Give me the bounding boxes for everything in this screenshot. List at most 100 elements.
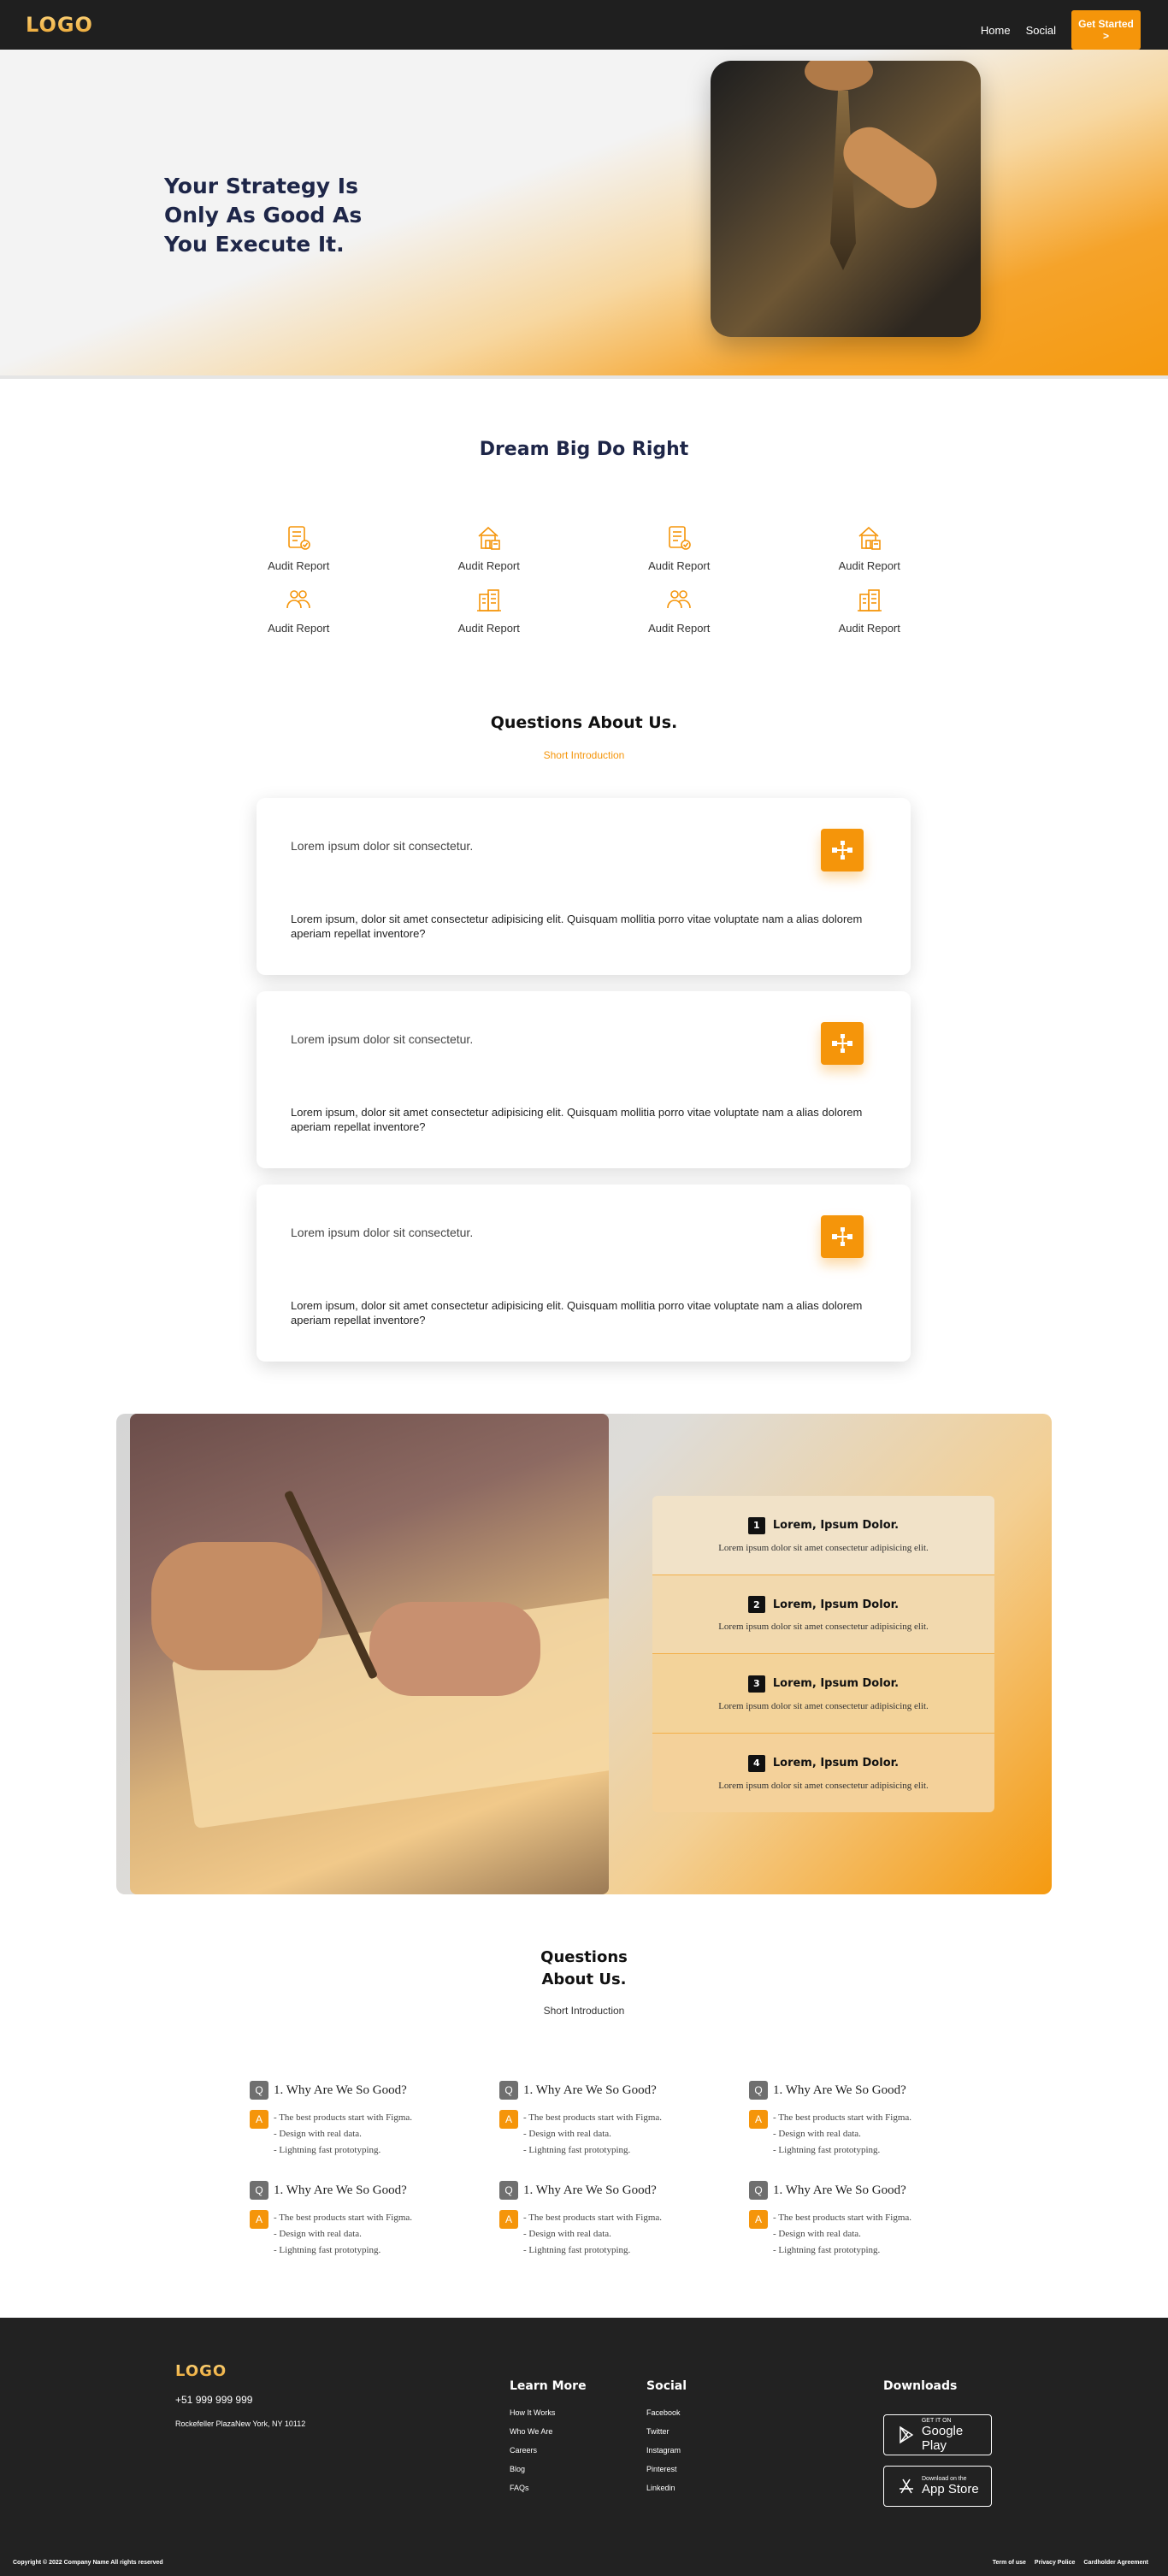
faq-item: Q 1. Why Are We So Good? A - The best pro…: [250, 2181, 499, 2259]
faq-item: Q 1. Why Are We So Good? A - The best pro…: [499, 2181, 749, 2259]
steps-section: 1 Lorem, Ipsum Dolor. Lorem ipsum dolor s…: [116, 1414, 1052, 1894]
google-play-button[interactable]: GET IT ON Google Play: [883, 2414, 992, 2455]
faq-question: 1. Why Are We So Good?: [773, 2183, 906, 2197]
footer-logo[interactable]: LOGO: [175, 2362, 227, 2380]
copyright: Copyright © 2022 Company Name All rights…: [13, 2560, 163, 2566]
footer-link-faqs[interactable]: FAQs: [510, 2484, 587, 2492]
step-number: 3: [747, 1675, 765, 1693]
report-icon: [669, 526, 692, 550]
features-title: Dream Big Do Right: [479, 439, 689, 460]
answer-badge: A: [749, 2110, 768, 2129]
feature-label: Audit Report: [457, 622, 520, 635]
house-icon: [858, 526, 881, 550]
card-answer: Lorem ipsum, dolor sit amet consectetur …: [291, 1106, 863, 1133]
faq-line: - The best products start with Figma.: [773, 2213, 912, 2223]
footer-link-blog[interactable]: Blog: [510, 2465, 587, 2473]
faq-item: Q 1. Why Are We So Good? A - The best pro…: [749, 2081, 999, 2159]
faq-line: - Lightning fast prototyping.: [773, 2245, 881, 2255]
faq-line: - Design with real data.: [523, 2129, 611, 2139]
feature-item: Audit Report: [394, 523, 585, 572]
step-number: 2: [747, 1596, 765, 1614]
answer-badge: A: [250, 2110, 268, 2129]
faq-title-line1: Questions: [540, 1948, 628, 1966]
nav-link-home[interactable]: Home: [981, 24, 1011, 37]
faq-line: - The best products start with Figma.: [523, 2112, 663, 2123]
hero-title: Your Strategy Is Only As Good As You Exe…: [164, 174, 363, 257]
questions-title: Questions About Us.: [490, 713, 678, 732]
question-card[interactable]: Lorem ipsum dolor sit consectetur. Lorem…: [257, 1185, 911, 1362]
legal-link-terms[interactable]: Term of use: [993, 2560, 1026, 2566]
legal-links: Term of use Privacy Police Cardholder Ag…: [984, 2560, 1148, 2566]
faq-question: 1. Why Are We So Good?: [773, 2083, 906, 2097]
card-answer: Lorem ipsum, dolor sit amet consectetur …: [291, 1299, 863, 1326]
question-card[interactable]: Lorem ipsum dolor sit consectetur. Lorem…: [257, 798, 911, 975]
feature-item: Audit Report: [204, 586, 394, 635]
feature-label: Audit Report: [268, 622, 330, 635]
social-title: Social: [646, 2379, 687, 2393]
faq-subtitle: Short Introduction: [543, 2005, 625, 2017]
house-icon: [478, 526, 500, 550]
hero-image: [711, 61, 981, 337]
step-title: Lorem, Ipsum Dolor.: [772, 1757, 900, 1770]
hero-section: Your Strategy Is Only As Good As You Exe…: [0, 50, 1168, 379]
faq-line: - Design with real data.: [274, 2229, 362, 2239]
faq-line: - Design with real data.: [523, 2229, 611, 2239]
signing-image: [130, 1414, 609, 1894]
answer-badge: A: [499, 2210, 518, 2229]
feature-item: Audit Report: [584, 586, 775, 635]
card-question: Lorem ipsum dolor sit consectetur.: [291, 1032, 474, 1046]
faq-line: - Lightning fast prototyping.: [523, 2245, 631, 2255]
building-icon: [857, 589, 882, 612]
footer-link-how-it-works[interactable]: How It Works: [510, 2408, 587, 2417]
flowchart-icon[interactable]: [821, 1215, 864, 1258]
question-badge: Q: [250, 2081, 268, 2100]
footer-link-twitter[interactable]: Twitter: [646, 2427, 687, 2436]
building-icon: [476, 589, 501, 612]
feature-label: Audit Report: [457, 559, 520, 572]
app-store-button[interactable]: Download on the App Store: [883, 2466, 992, 2507]
question-badge: Q: [749, 2181, 768, 2200]
footer-link-instagram[interactable]: Instagram: [646, 2446, 687, 2455]
faq-line: - Lightning fast prototyping.: [523, 2145, 631, 2155]
footer-link-facebook[interactable]: Facebook: [646, 2408, 687, 2417]
footer-social: Social Facebook Twitter Instagram Pinter…: [646, 2379, 687, 2492]
step-title: Lorem, Ipsum Dolor.: [772, 1677, 900, 1691]
faq-line: - Design with real data.: [773, 2229, 861, 2239]
footer-link-who-we-are[interactable]: Who We Are: [510, 2427, 587, 2436]
legal-link-privacy[interactable]: Privacy Police: [1035, 2560, 1075, 2566]
people-icon: [286, 590, 311, 609]
flowchart-icon[interactable]: [821, 829, 864, 871]
get-started-button[interactable]: Get Started >: [1071, 10, 1141, 50]
nav-link-social[interactable]: Social: [1026, 24, 1056, 37]
step-item: 3 Lorem, Ipsum Dolor. Lorem ipsum dolor s…: [652, 1654, 994, 1734]
faq-line: - The best products start with Figma.: [274, 2213, 413, 2223]
legal-link-cardholder[interactable]: Cardholder Agreement: [1083, 2560, 1148, 2566]
faq-question: 1. Why Are We So Good?: [274, 2183, 407, 2197]
question-badge: Q: [499, 2181, 518, 2200]
footer-link-careers[interactable]: Careers: [510, 2446, 587, 2455]
feature-label: Audit Report: [648, 622, 711, 635]
feature-item: Audit Report: [204, 523, 394, 572]
faq-line: - The best products start with Figma.: [274, 2112, 413, 2123]
store-small-text: Download on the: [922, 2476, 967, 2482]
faq-line: - Lightning fast prototyping.: [274, 2245, 381, 2255]
report-icon: [288, 526, 311, 550]
flowchart-icon[interactable]: [821, 1022, 864, 1065]
footer-link-pinterest[interactable]: Pinterest: [646, 2465, 687, 2473]
step-title: Lorem, Ipsum Dolor.: [772, 1598, 900, 1611]
footer-address: Rockefeller PlazaNew York, NY 10112: [175, 2419, 306, 2428]
step-title: Lorem, Ipsum Dolor.: [772, 1519, 900, 1533]
faq-title: Questions About Us.: [0, 1947, 1168, 1991]
step-item: 1 Lorem, Ipsum Dolor. Lorem ipsum dolor s…: [652, 1496, 994, 1575]
faq-line: - Lightning fast prototyping.: [274, 2145, 381, 2155]
logo[interactable]: LOGO: [26, 13, 93, 37]
footer-link-linkedin[interactable]: Linkedin: [646, 2484, 687, 2492]
question-card[interactable]: Lorem ipsum dolor sit consectetur. Lorem…: [257, 991, 911, 1168]
faq-question: 1. Why Are We So Good?: [274, 2083, 407, 2097]
people-icon: [667, 590, 692, 609]
feature-item: Audit Report: [584, 523, 775, 572]
answer-badge: A: [749, 2210, 768, 2229]
downloads-title: Downloads: [883, 2379, 958, 2393]
faq-line: - Design with real data.: [773, 2129, 861, 2139]
step-text: Lorem ipsum dolor sit amet consectetur a…: [718, 1542, 929, 1553]
